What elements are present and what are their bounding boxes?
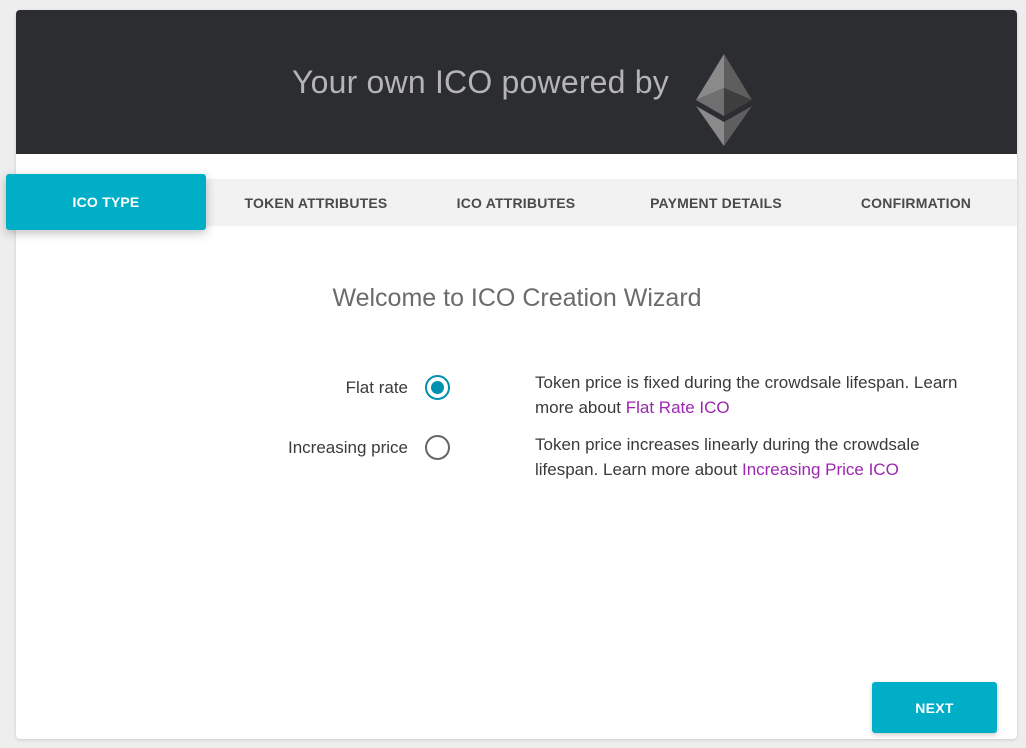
increasing-price-description: Token price increases linearly during th…: [535, 432, 985, 482]
wizard-title: Welcome to ICO Creation Wizard: [332, 284, 702, 312]
step-confirmation[interactable]: CONFIRMATION: [816, 179, 1016, 226]
flat-rate-label[interactable]: Flat rate: [208, 378, 408, 398]
step-token-attributes[interactable]: TOKEN ATTRIBUTES: [216, 179, 416, 226]
ethereum-logo-icon: [696, 54, 752, 146]
step-payment-details[interactable]: PAYMENT DETAILS: [616, 179, 816, 226]
increasing-price-label[interactable]: Increasing price: [208, 438, 408, 458]
step-ico-attributes[interactable]: ICO ATTRIBUTES: [416, 179, 616, 226]
flat-rate-radio[interactable]: [425, 375, 450, 400]
step-ico-type[interactable]: ICO TYPE: [6, 174, 206, 230]
header-banner: Your own ICO powered by: [16, 10, 1017, 154]
increasing-price-radio[interactable]: [425, 435, 450, 460]
next-button[interactable]: NEXT: [872, 682, 997, 733]
increasing-price-ico-link[interactable]: Increasing Price ICO: [742, 460, 899, 479]
flat-rate-ico-link[interactable]: Flat Rate ICO: [626, 398, 730, 417]
flat-rate-description: Token price is fixed during the crowdsal…: [535, 370, 985, 420]
flat-rate-description-text: Token price is fixed during the crowdsal…: [535, 373, 958, 417]
header-title: Your own ICO powered by: [292, 64, 669, 100]
